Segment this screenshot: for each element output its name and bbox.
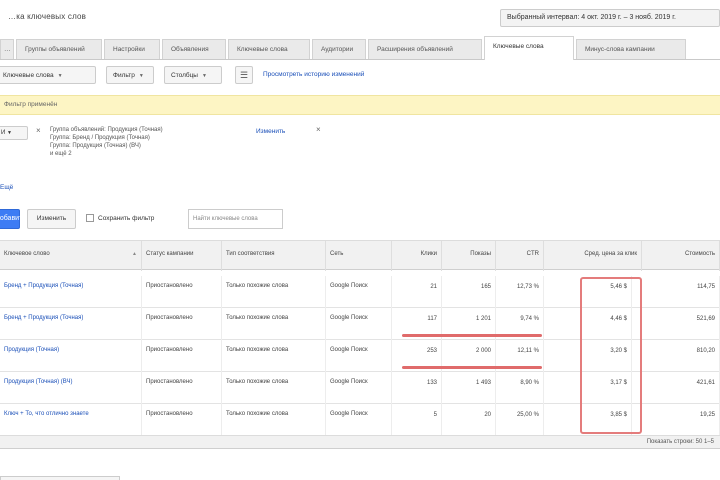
highlight-box <box>580 277 642 434</box>
tab-audiences[interactable]: Аудитории <box>312 39 366 59</box>
columns-dropdown-label: Столбцы <box>171 72 198 79</box>
column-header-label: Ключевое слово <box>4 251 50 257</box>
more-filters-link[interactable]: Ещё <box>0 184 13 191</box>
keyword-link[interactable]: Продукция (Точная) <box>0 340 142 372</box>
status-cell: Приостановлено <box>142 340 222 372</box>
filter-operator-label: И <box>1 130 6 136</box>
column-header-network[interactable]: Сеть <box>326 241 392 271</box>
save-filter-label: Сохранить фильтр <box>98 215 155 222</box>
tab-negative-keywords[interactable]: Минус-слова кампании <box>576 39 686 59</box>
filter-condition: Группа объявлений: Продукция (Точная) <box>50 127 163 133</box>
tab-campaigns[interactable]: … <box>0 39 14 59</box>
cost-cell: 19,25 <box>642 404 720 436</box>
network-cell: Google Поиск <box>326 372 392 404</box>
close-icon[interactable]: × <box>316 125 321 134</box>
column-header-avg-cpc[interactable]: Сред. цена за клик <box>544 241 642 271</box>
underline-mark <box>402 334 542 337</box>
impressions-cell: 1 493 <box>442 372 496 404</box>
network-cell: Google Поиск <box>326 308 392 340</box>
tab-settings[interactable]: Настройки <box>104 39 160 59</box>
network-cell: Google Поиск <box>326 276 392 308</box>
filter-condition: Группа: Продукция (Точная) (ВЧ) <box>50 143 141 149</box>
columns-dropdown[interactable]: Столбцы ▼ <box>164 66 222 84</box>
match-type-cell: Только похожие слова <box>222 308 326 340</box>
match-type-cell: Только похожие слова <box>222 372 326 404</box>
tab-keywords[interactable]: Ключевые слова <box>228 39 310 59</box>
status-cell: Приостановлено <box>142 372 222 404</box>
date-range-selector[interactable]: Выбранный интервал: 4 окт. 2019 г. – 3 н… <box>500 9 720 27</box>
tab-ad-extensions[interactable]: Расширения объявлений <box>368 39 482 59</box>
table-footer: Показать строки: 50 1–5 <box>0 435 720 449</box>
match-type-cell: Только похожие слова <box>222 340 326 372</box>
cost-cell: 810,20 <box>642 340 720 372</box>
clicks-cell: 21 <box>392 276 442 308</box>
clicks-cell: 5 <box>392 404 442 436</box>
keyword-link[interactable]: Бренд + Продукция (Точная) <box>0 276 142 308</box>
tab-bar: … Группы объявлений Настройки Объявления… <box>0 36 720 60</box>
tab-ad-groups[interactable]: Группы объявлений <box>16 39 102 59</box>
tab-ads[interactable]: Объявления <box>162 39 226 59</box>
filter-area: И ▼ × Группа объявлений: Продукция (Точн… <box>0 122 720 191</box>
notice-text: Фильтр применён <box>4 101 58 108</box>
bottom-panel-edge <box>0 476 120 480</box>
column-header-cost[interactable]: Стоимость <box>642 241 720 271</box>
tab-keywords-active[interactable]: Ключевые слова <box>484 36 574 60</box>
view-dropdown-label: Ключевые слова <box>3 72 54 79</box>
filter-operator-dropdown[interactable]: И ▼ <box>0 126 28 140</box>
keyword-link[interactable]: Ключ + То, что отлично знаете <box>0 404 142 436</box>
column-header-impressions[interactable]: Показы <box>442 241 496 271</box>
action-bar: Добавить Изменить Сохранить фильтр Найти… <box>0 208 720 230</box>
remove-filter-icon[interactable]: × <box>36 126 41 135</box>
view-dropdown[interactable]: Ключевые слова ▼ <box>0 66 96 84</box>
ctr-cell: 8,90 % <box>496 372 544 404</box>
network-cell: Google Поиск <box>326 340 392 372</box>
filter-condition: и ещё 2 <box>50 151 72 157</box>
ctr-cell: 25,00 % <box>496 404 544 436</box>
chart-icon[interactable]: ☰ <box>235 66 253 84</box>
top-bar: …ка ключевых слов Выбранный интервал: 4 … <box>0 0 720 34</box>
toolbar: Ключевые слова ▼ Фильтр ▼ Столбцы ▼ ☰ Просм… <box>0 66 720 86</box>
cost-cell: 521,69 <box>642 308 720 340</box>
save-filter-checkbox[interactable] <box>86 214 94 222</box>
impressions-cell: 20 <box>442 404 496 436</box>
status-cell: Приостановлено <box>142 308 222 340</box>
table-header: Ключевое слово ▲ Статус кампании Тип соо… <box>0 240 720 271</box>
campaign-title: …ка ключевых слов <box>8 12 87 21</box>
filter-dropdown[interactable]: Фильтр ▼ <box>106 66 154 84</box>
filter-dropdown-label: Фильтр <box>113 72 135 79</box>
notice-bar: Фильтр применён <box>0 95 720 115</box>
cost-cell: 114,75 <box>642 276 720 308</box>
keyword-link[interactable]: Продукция (Точная) (ВЧ) <box>0 372 142 404</box>
column-header-status[interactable]: Статус кампании <box>142 241 222 271</box>
chevron-down-icon: ▼ <box>201 73 207 79</box>
sort-arrow-icon: ▲ <box>132 251 137 257</box>
match-type-cell: Только похожие слова <box>222 404 326 436</box>
change-history-link[interactable]: Просмотреть историю изменений <box>263 71 364 78</box>
keyword-link[interactable]: Бренд + Продукция (Точная) <box>0 308 142 340</box>
chevron-down-icon: ▼ <box>6 130 12 136</box>
pagination[interactable]: Показать строки: 50 1–5 <box>647 439 714 445</box>
column-header-keyword[interactable]: Ключевое слово ▲ <box>0 241 142 271</box>
underline-mark <box>402 366 542 369</box>
chevron-down-icon: ▼ <box>57 73 63 79</box>
ctr-cell: 12,73 % <box>496 276 544 308</box>
column-header-ctr[interactable]: CTR <box>496 241 544 271</box>
column-header-match-type[interactable]: Тип соответствия <box>222 241 326 271</box>
edit-button[interactable]: Изменить <box>27 209 76 229</box>
cost-cell: 421,61 <box>642 372 720 404</box>
network-cell: Google Поиск <box>326 404 392 436</box>
column-header-clicks[interactable]: Клики <box>392 241 442 271</box>
status-cell: Приостановлено <box>142 276 222 308</box>
add-keyword-button[interactable]: Добавить <box>0 209 26 229</box>
clicks-cell: 133 <box>392 372 442 404</box>
filter-conditions: Группа объявлений: Продукция (Точная) Гр… <box>50 126 230 158</box>
keyword-search-input[interactable]: Найти ключевые слова <box>188 209 283 229</box>
filter-condition: Группа: Бренд / Продукция (Точная) <box>50 135 150 141</box>
edit-filter-link[interactable]: Изменить <box>256 128 285 135</box>
chevron-down-icon: ▼ <box>138 73 144 79</box>
match-type-cell: Только похожие слова <box>222 276 326 308</box>
impressions-cell: 165 <box>442 276 496 308</box>
status-cell: Приостановлено <box>142 404 222 436</box>
